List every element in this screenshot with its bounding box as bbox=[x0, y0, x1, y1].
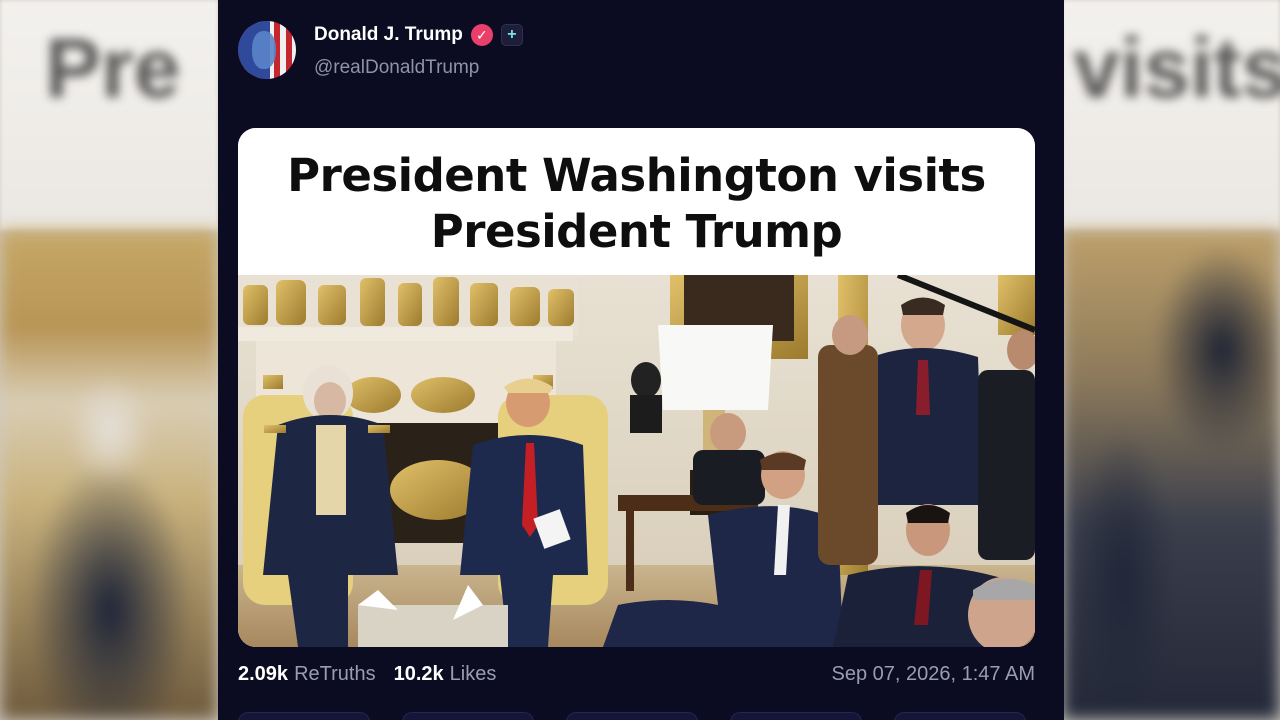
post-card: Donald J. Trump ✓ + @realDonaldTrump Pre… bbox=[218, 0, 1064, 720]
share-button[interactable] bbox=[730, 712, 862, 720]
likes-label: Likes bbox=[449, 663, 497, 685]
background-headline-left: Pre bbox=[45, 21, 181, 115]
likes-stat[interactable]: 10.2k Likes bbox=[394, 663, 497, 686]
background-photo-right bbox=[1062, 230, 1280, 720]
background-right: visits bbox=[1062, 0, 1280, 720]
retruth-button[interactable] bbox=[402, 712, 534, 720]
author-name[interactable]: Donald J. Trump bbox=[314, 24, 463, 46]
retruths-stat[interactable]: 2.09k ReTruths bbox=[238, 663, 376, 686]
avatar[interactable] bbox=[238, 21, 296, 79]
engagement-stats: 2.09k ReTruths 10.2k Likes bbox=[238, 663, 496, 686]
like-button[interactable] bbox=[566, 712, 698, 720]
post-timestamp[interactable]: Sep 07, 2026, 1:47 AM bbox=[832, 663, 1036, 686]
verified-badge-icon: ✓ bbox=[470, 24, 493, 46]
reply-button[interactable] bbox=[238, 712, 370, 720]
media-photo bbox=[238, 275, 1035, 647]
post-media[interactable]: President Washington visits President Tr… bbox=[238, 128, 1035, 647]
background-headline-right: visits bbox=[1073, 21, 1280, 115]
retruths-count: 2.09k bbox=[238, 663, 289, 685]
media-headline: President Washington visits President Tr… bbox=[238, 128, 1035, 275]
plus-badge-icon: + bbox=[500, 24, 523, 46]
avatar-face bbox=[252, 31, 276, 69]
author-row: Donald J. Trump ✓ + bbox=[314, 24, 523, 46]
background-photo-left bbox=[0, 230, 218, 720]
more-button[interactable] bbox=[894, 712, 1026, 720]
author-handle[interactable]: @realDonaldTrump bbox=[314, 57, 479, 79]
media-headline-line2: President Trump bbox=[430, 205, 843, 258]
media-headline-line1: President Washington visits bbox=[287, 149, 986, 202]
likes-count: 10.2k bbox=[393, 663, 444, 685]
background-left: Pre bbox=[0, 0, 218, 720]
action-bar bbox=[238, 712, 1035, 720]
retruths-label: ReTruths bbox=[294, 663, 376, 685]
